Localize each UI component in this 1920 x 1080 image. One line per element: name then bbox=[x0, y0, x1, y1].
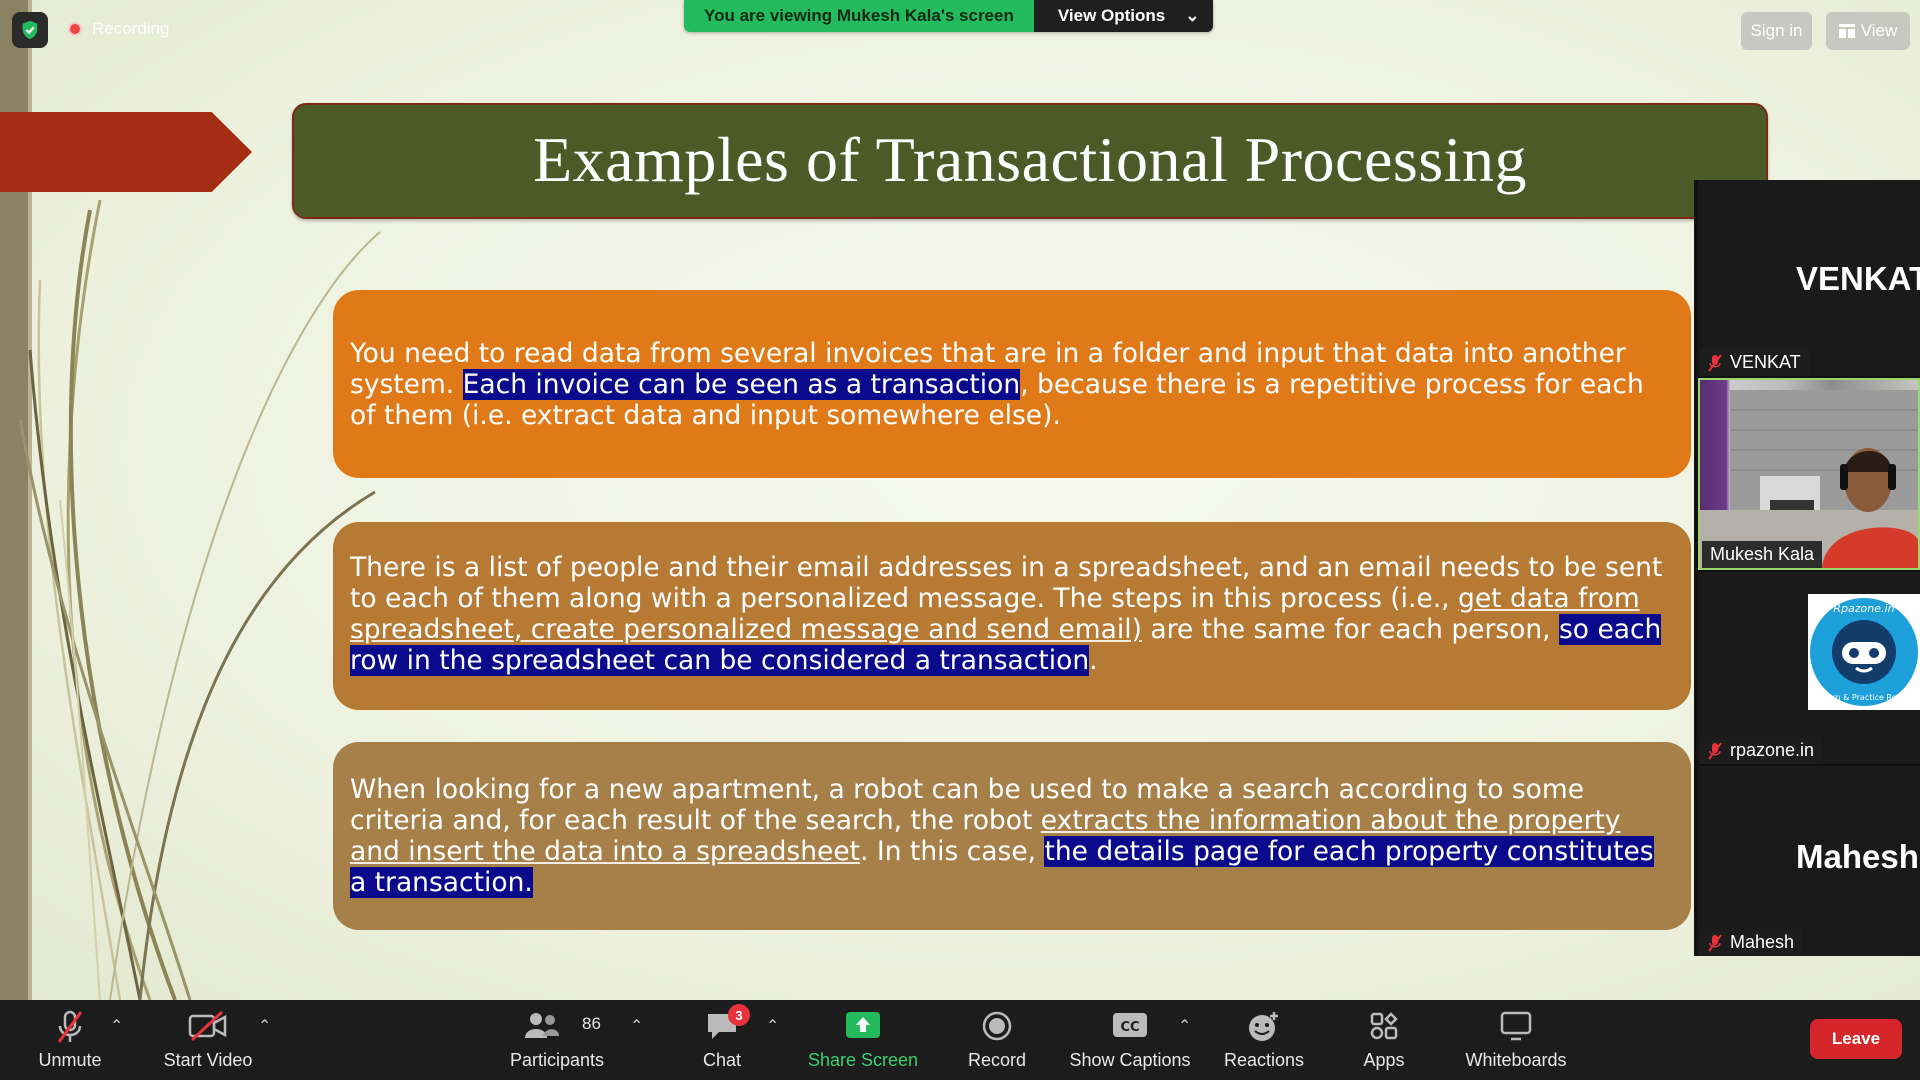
participant-tile[interactable]: VENKAT VENKAT bbox=[1698, 180, 1920, 376]
underlined-text: and insert the data into a spreadsheet bbox=[350, 836, 861, 867]
start-video-label: Start Video bbox=[163, 1050, 253, 1070]
participant-tile[interactable]: Mahesh Mahesh bbox=[1698, 766, 1920, 956]
logo-text-bottom: Learn & Practice Rocks bbox=[1818, 693, 1909, 702]
audio-options-caret-icon[interactable]: ⌃ bbox=[110, 1016, 123, 1036]
reactions-button[interactable]: Reactions bbox=[1214, 1000, 1314, 1080]
participant-tile[interactable]: Rpazone.in Learn & Practice Rocks rpazon… bbox=[1698, 572, 1920, 764]
sign-in-button[interactable]: Sign in bbox=[1741, 12, 1812, 50]
captions-caret-icon[interactable]: ⌃ bbox=[1178, 1016, 1191, 1036]
leave-button[interactable]: Leave bbox=[1810, 1019, 1902, 1059]
participant-label: Mukesh Kala bbox=[1702, 541, 1823, 568]
view-button[interactable]: View bbox=[1826, 12, 1910, 50]
card-text: . In this case, bbox=[860, 836, 1045, 867]
logo-text-top: Rpazone.in bbox=[1833, 602, 1894, 615]
example-card-invoices: You need to read data from several invoi… bbox=[333, 290, 1691, 478]
view-options-button[interactable]: View Options ⌄ bbox=[1033, 0, 1214, 32]
slide-title-box: Examples of Transactional Processing bbox=[292, 103, 1768, 219]
chat-unread-badge: 3 bbox=[728, 1004, 750, 1026]
mic-muted-icon bbox=[1708, 933, 1722, 952]
reactions-icon bbox=[1249, 1012, 1278, 1041]
whiteboard-icon bbox=[1500, 1011, 1532, 1041]
card-text: . bbox=[1089, 645, 1098, 676]
meeting-toolbar: Unmute ⌃ Start Video ⌃ 86 Participants ⌃… bbox=[0, 1000, 1920, 1080]
participants-icon bbox=[525, 1013, 560, 1038]
share-screen-button[interactable]: Share Screen bbox=[800, 1000, 926, 1080]
recording-indicator[interactable]: Recording bbox=[68, 19, 170, 39]
show-captions-button[interactable]: CC Show Captions bbox=[1062, 1000, 1198, 1080]
apps-button[interactable]: Apps bbox=[1338, 1000, 1430, 1080]
chat-label: Chat bbox=[702, 1050, 742, 1070]
reactions-label: Reactions bbox=[1223, 1050, 1305, 1070]
example-card-text: When looking for a new apartment, a robo… bbox=[350, 774, 1677, 898]
chat-button[interactable]: 3 Chat bbox=[682, 1000, 762, 1080]
leave-label: Leave bbox=[1831, 1029, 1881, 1048]
captions-icon: CC bbox=[1113, 1013, 1147, 1037]
start-video-button[interactable]: Start Video bbox=[148, 1000, 268, 1080]
participant-name-large: Mahesh bbox=[1796, 838, 1919, 875]
participants-label: Participants bbox=[509, 1050, 605, 1070]
captions-icon-text: CC bbox=[1120, 1020, 1139, 1035]
unmute-label: Unmute bbox=[38, 1050, 102, 1070]
record-button[interactable]: Record bbox=[944, 1000, 1050, 1080]
viewing-screen-label: You are viewing Mukesh Kala's screen bbox=[684, 0, 1034, 32]
participant-video bbox=[1700, 380, 1918, 568]
example-card-apartment: When looking for a new apartment, a robo… bbox=[333, 742, 1691, 930]
slide-arrow-shape bbox=[0, 112, 252, 192]
highlighted-text: Each invoice can be seen as a transactio… bbox=[462, 369, 1021, 400]
participant-tile-active-speaker[interactable]: Mukesh Kala bbox=[1698, 378, 1920, 570]
mic-muted-icon bbox=[1708, 741, 1722, 760]
participant-gallery: VENKAT VENKAT Mukesh Kala Rpazone.in Lea… bbox=[1694, 180, 1920, 956]
participant-label: VENKAT bbox=[1700, 349, 1809, 376]
participant-name: Mukesh Kala bbox=[1710, 544, 1815, 564]
video-off-icon bbox=[188, 1010, 227, 1042]
slide-title: Examples of Transactional Processing bbox=[533, 124, 1527, 195]
whiteboards-button[interactable]: Whiteboards bbox=[1454, 1000, 1578, 1080]
sign-in-label: Sign in bbox=[1750, 21, 1803, 40]
security-shield-icon[interactable] bbox=[12, 12, 48, 48]
view-label: View bbox=[1860, 21, 1898, 40]
participant-name: rpazone.in bbox=[1730, 740, 1815, 760]
participant-label: Mahesh bbox=[1700, 929, 1803, 956]
rpazone-logo: Rpazone.in Learn & Practice Rocks bbox=[1808, 594, 1920, 710]
example-card-text: There is a list of people and their emai… bbox=[350, 552, 1677, 676]
participant-name: VENKAT bbox=[1730, 352, 1801, 372]
participants-caret-icon[interactable]: ⌃ bbox=[630, 1016, 643, 1036]
share-screen-icon bbox=[846, 1012, 880, 1038]
mic-muted-icon bbox=[1708, 353, 1722, 372]
record-icon bbox=[982, 1011, 1012, 1041]
mic-muted-icon bbox=[57, 1010, 83, 1043]
chevron-down-icon: ⌄ bbox=[1185, 6, 1200, 25]
screen-share-banner: You are viewing Mukesh Kala's screen Vie… bbox=[684, 0, 1214, 32]
example-card-emails: There is a list of people and their emai… bbox=[333, 522, 1691, 710]
unmute-button[interactable]: Unmute bbox=[14, 1000, 126, 1080]
record-label: Record bbox=[967, 1050, 1027, 1070]
whiteboards-label: Whiteboards bbox=[1465, 1050, 1567, 1070]
share-screen-label: Share Screen bbox=[807, 1050, 919, 1070]
participant-name: Mahesh bbox=[1730, 932, 1795, 952]
view-options-label: View Options bbox=[1057, 6, 1166, 25]
underlined-text: extracts the information about the prope… bbox=[1040, 805, 1621, 836]
chat-caret-icon[interactable]: ⌃ bbox=[766, 1016, 779, 1036]
grid-view-icon bbox=[1838, 24, 1855, 38]
recording-dot-icon bbox=[68, 22, 82, 36]
example-card-text: You need to read data from several invoi… bbox=[350, 338, 1677, 431]
recording-label: Recording bbox=[92, 19, 170, 38]
apps-label: Apps bbox=[1363, 1050, 1405, 1070]
participants-count: 86 bbox=[582, 1014, 601, 1033]
card-text: are the same for each person, bbox=[1141, 614, 1559, 645]
apps-icon bbox=[1370, 1012, 1398, 1040]
shared-screen-slide: Examples of Transactional Processing You… bbox=[0, 0, 1920, 1000]
participants-button[interactable]: 86 Participants bbox=[496, 1000, 618, 1080]
video-options-caret-icon[interactable]: ⌃ bbox=[258, 1016, 271, 1036]
show-captions-label: Show Captions bbox=[1069, 1050, 1191, 1070]
participant-label: rpazone.in bbox=[1700, 737, 1823, 764]
participant-name-large: VENKAT bbox=[1796, 260, 1920, 297]
